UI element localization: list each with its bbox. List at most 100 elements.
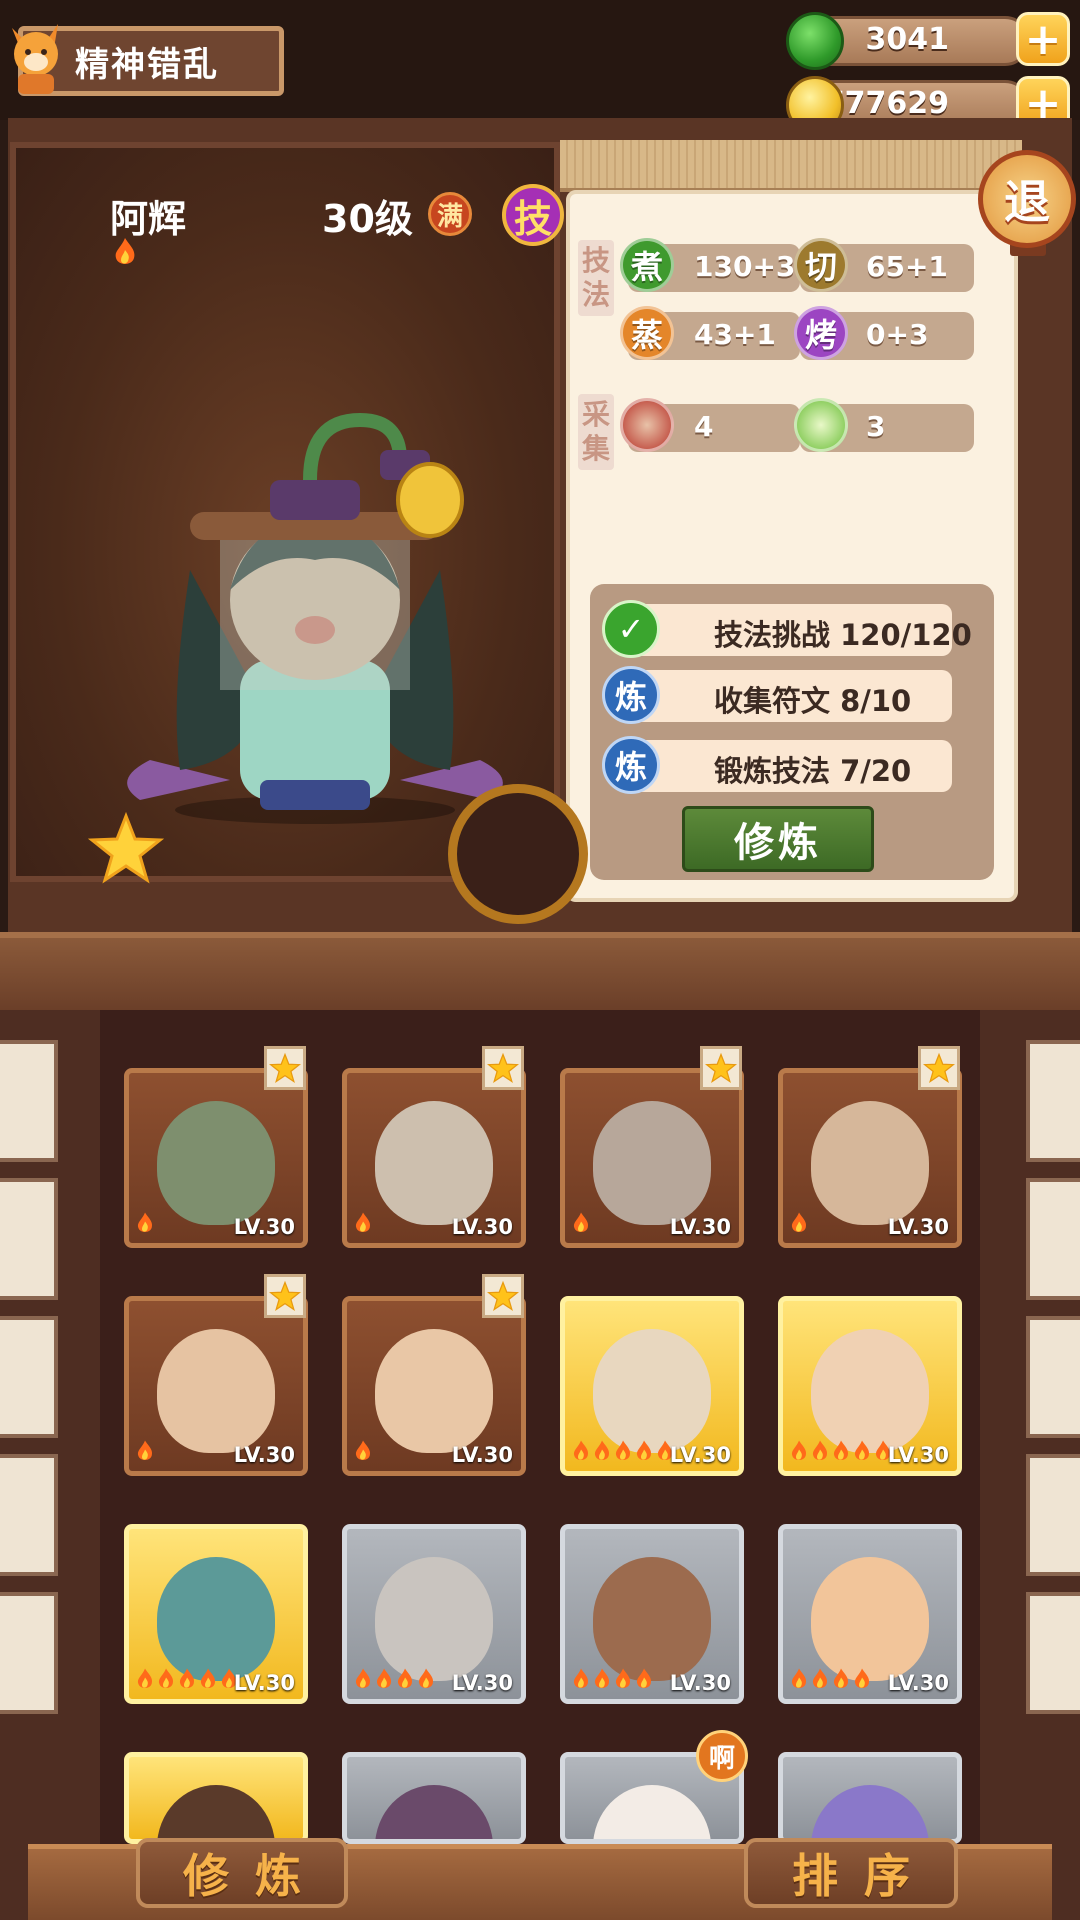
paper-screen bbox=[1026, 1178, 1080, 1300]
hero-card-portrait bbox=[157, 1785, 275, 1839]
paper-screen bbox=[0, 1040, 58, 1162]
speech-badge: 啊 bbox=[696, 1730, 748, 1782]
fire-rating bbox=[789, 1439, 893, 1467]
paper-screen bbox=[1026, 1316, 1080, 1438]
hero-card[interactable]: LV.30 bbox=[778, 1068, 962, 1248]
sort-button[interactable]: 排序 bbox=[744, 1838, 958, 1908]
fire-rating bbox=[571, 1211, 591, 1239]
bottom-train-button[interactable]: 修炼 bbox=[136, 1838, 348, 1908]
hero-card-level: LV.30 bbox=[669, 1671, 731, 1695]
fire-icon bbox=[198, 1667, 218, 1695]
hero-portrait bbox=[127, 412, 503, 824]
technique-tag: 技法 bbox=[578, 240, 614, 316]
fire-icon bbox=[156, 1667, 176, 1695]
hero-card-level: LV.30 bbox=[669, 1443, 731, 1467]
add-jade-button[interactable]: + bbox=[1016, 12, 1070, 66]
hero-card-portrait bbox=[375, 1557, 493, 1681]
task-row: 收集符文 8/10 bbox=[622, 670, 952, 722]
hero-card-portrait bbox=[593, 1329, 711, 1453]
skill-roast-value: 0+3 bbox=[866, 318, 929, 351]
hero-card[interactable]: LV.30 bbox=[342, 1296, 526, 1476]
fire-rating bbox=[135, 1439, 155, 1467]
hero-card-portrait bbox=[157, 1329, 275, 1453]
exit-button[interactable]: 退 bbox=[978, 150, 1076, 248]
hero-card-level: LV.30 bbox=[887, 1215, 949, 1239]
hero-card-portrait bbox=[811, 1329, 929, 1453]
skill-badge-button[interactable]: 技 bbox=[502, 184, 564, 246]
hero-card[interactable] bbox=[778, 1752, 962, 1844]
gather-vegetable-value: 3 bbox=[866, 410, 886, 443]
fire-icon bbox=[115, 238, 135, 264]
hero-card[interactable]: LV.30 bbox=[124, 1296, 308, 1476]
fire-icon bbox=[852, 1667, 872, 1695]
task-text: 技法挑战 120/120 bbox=[714, 618, 972, 652]
hero-card[interactable]: LV.30 bbox=[778, 1296, 962, 1476]
paper-screen bbox=[0, 1316, 58, 1438]
hero-card[interactable]: LV.30 bbox=[124, 1524, 308, 1704]
hero-card-portrait bbox=[811, 1785, 929, 1839]
hero-card-portrait bbox=[157, 1101, 275, 1225]
task-text: 锻炼技法 7/20 bbox=[714, 754, 912, 788]
paper-screen bbox=[0, 1178, 58, 1300]
hero-card[interactable] bbox=[124, 1752, 308, 1844]
bamboo-blind bbox=[560, 140, 1022, 192]
hero-card[interactable]: LV.30 bbox=[124, 1068, 308, 1248]
favorite-star-icon bbox=[264, 1046, 306, 1090]
favorite-star-icon bbox=[482, 1046, 524, 1090]
hero-card-portrait bbox=[593, 1101, 711, 1225]
fire-icon bbox=[592, 1439, 612, 1467]
hero-card[interactable]: LV.30 bbox=[560, 1296, 744, 1476]
hero-card-portrait bbox=[375, 1101, 493, 1225]
fire-rating bbox=[789, 1667, 872, 1695]
fire-icon bbox=[353, 1439, 373, 1467]
paper-screen bbox=[1026, 1040, 1080, 1162]
cabbage-icon bbox=[794, 398, 848, 452]
hero-card-portrait bbox=[811, 1101, 929, 1225]
hero-card[interactable]: LV.30 bbox=[342, 1524, 526, 1704]
hero-slot-ring[interactable] bbox=[448, 784, 588, 924]
hero-level: 30级 bbox=[322, 197, 413, 241]
fire-icon bbox=[789, 1667, 809, 1695]
task-text: 收集符文 8/10 bbox=[714, 684, 912, 718]
fire-rating bbox=[135, 1667, 239, 1695]
gather-tag: 采集 bbox=[578, 394, 614, 470]
hero-card[interactable]: LV.30 bbox=[342, 1068, 526, 1248]
favorite-star-icon bbox=[482, 1274, 524, 1318]
fire-icon bbox=[177, 1667, 197, 1695]
fire-icon bbox=[831, 1667, 851, 1695]
fire-icon bbox=[135, 1211, 155, 1239]
fire-icon bbox=[613, 1667, 633, 1695]
hero-card-portrait bbox=[593, 1557, 711, 1681]
skill-steam-value: 43+1 bbox=[694, 318, 776, 351]
fire-icon bbox=[571, 1667, 591, 1695]
hero-card-level: LV.30 bbox=[669, 1215, 731, 1239]
favorite-star-icon bbox=[918, 1046, 960, 1090]
fire-rating bbox=[135, 1211, 155, 1239]
page-title: 精神错乱 bbox=[75, 44, 219, 85]
fire-icon bbox=[810, 1439, 830, 1467]
paper-screen bbox=[0, 1592, 58, 1714]
fire-icon bbox=[353, 1211, 373, 1239]
fire-rating bbox=[353, 1667, 436, 1695]
hero-card-level: LV.30 bbox=[451, 1215, 513, 1239]
boil-icon: 煮 bbox=[620, 238, 674, 292]
hero-card[interactable]: LV.30 bbox=[778, 1524, 962, 1704]
hero-star-icon bbox=[88, 812, 164, 884]
fire-icon bbox=[852, 1439, 872, 1467]
hero-card[interactable]: LV.30 bbox=[560, 1068, 744, 1248]
roast-icon: 烤 bbox=[794, 306, 848, 360]
hero-card[interactable] bbox=[342, 1752, 526, 1844]
train-button[interactable]: 修炼 bbox=[682, 806, 874, 872]
hero-card-portrait bbox=[811, 1557, 929, 1681]
task-row: 技法挑战 120/120 bbox=[622, 604, 972, 656]
paper-screen bbox=[1026, 1592, 1080, 1714]
hero-card-level: LV.30 bbox=[451, 1443, 513, 1467]
fire-icon bbox=[789, 1439, 809, 1467]
hero-card[interactable]: LV.30 bbox=[560, 1524, 744, 1704]
hero-card-level: LV.30 bbox=[233, 1443, 295, 1467]
fire-rating bbox=[353, 1439, 373, 1467]
hero-card-level: LV.30 bbox=[233, 1215, 295, 1239]
hero-card-portrait bbox=[375, 1329, 493, 1453]
hero-card-level: LV.30 bbox=[887, 1443, 949, 1467]
fire-icon bbox=[831, 1439, 851, 1467]
